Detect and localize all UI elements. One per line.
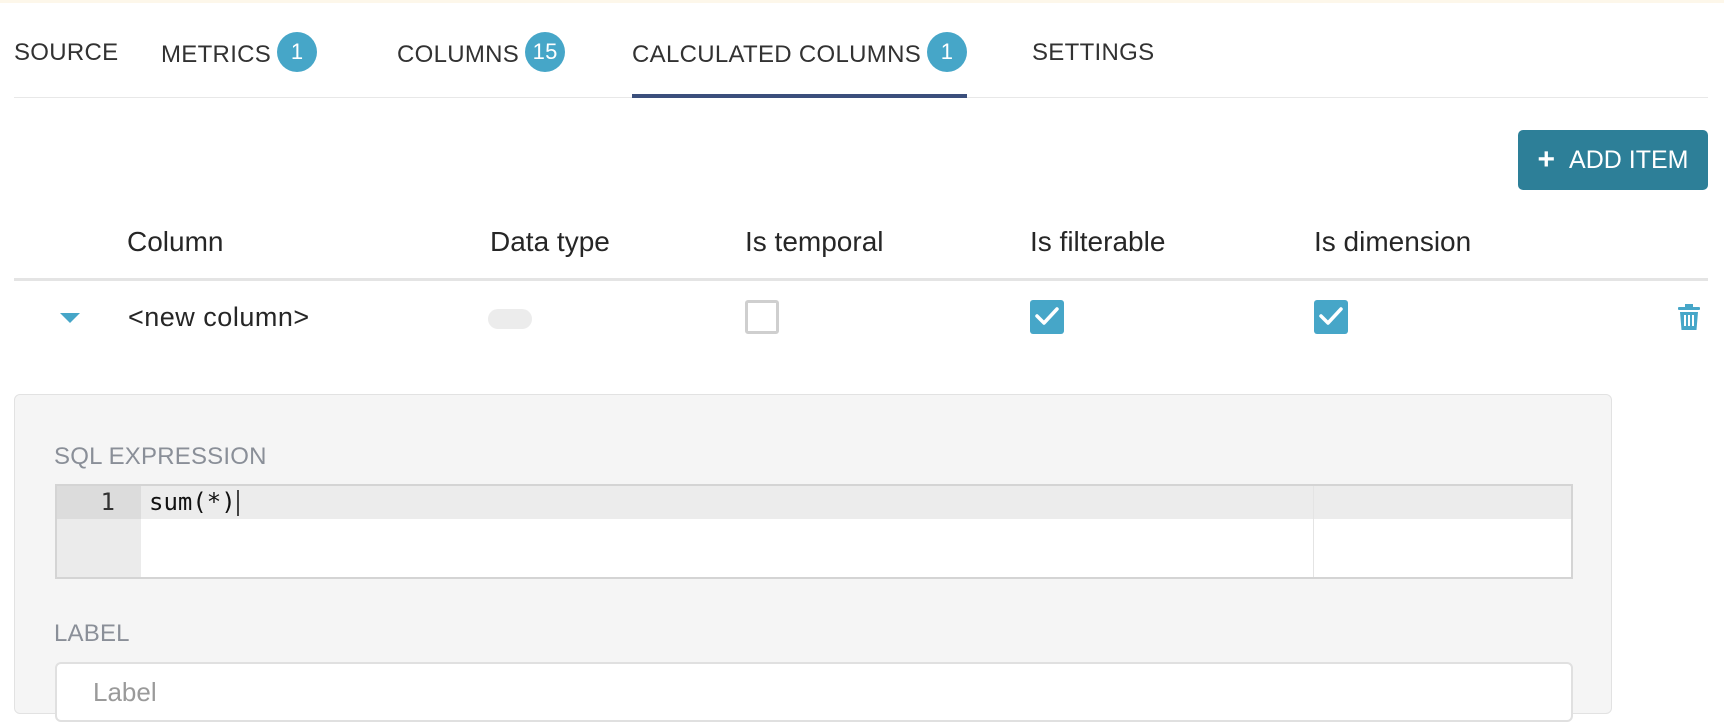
label-field-label: LABEL (54, 620, 130, 647)
is-filterable-checkbox[interactable] (1030, 300, 1064, 334)
line-number: 1 (100, 488, 115, 516)
tab-bar: SOURCE METRICS 1 COLUMNS 15 CALCULATED COL… (14, 0, 1708, 98)
plus-icon: + (1537, 143, 1556, 176)
tab-columns-badge: 15 (525, 32, 566, 72)
tab-calculated-columns[interactable]: CALCULATED COLUMNS 1 (632, 32, 968, 98)
tab-source[interactable]: SOURCE (14, 38, 118, 97)
sql-code: sum(*) (149, 486, 239, 519)
header-is-temporal: Is temporal (745, 226, 884, 257)
sql-expression-label: SQL EXPRESSION (54, 443, 267, 470)
tab-calculated-columns-badge: 1 (927, 32, 968, 72)
tab-metrics-label: METRICS (161, 41, 272, 68)
label-input[interactable] (55, 662, 1573, 722)
expand-caret-icon[interactable] (60, 313, 80, 323)
tab-calculated-columns-label: CALCULATED COLUMNS (632, 41, 922, 68)
text-cursor (236, 490, 239, 516)
tab-columns[interactable]: COLUMNS 15 (397, 32, 566, 97)
tab-metrics[interactable]: METRICS 1 (161, 32, 318, 97)
tab-metrics-badge: 1 (277, 32, 318, 72)
tab-columns-label: COLUMNS (397, 41, 520, 68)
tab-settings[interactable]: SETTINGS (1032, 38, 1154, 97)
add-item-button[interactable]: + ADD ITEM (1518, 130, 1708, 190)
trash-icon[interactable] (1678, 304, 1700, 335)
tab-settings-label: SETTINGS (1032, 38, 1155, 66)
header-is-filterable: Is filterable (1030, 226, 1166, 257)
data-type-pill (488, 309, 532, 329)
add-item-label: ADD ITEM (1569, 145, 1689, 174)
is-temporal-checkbox[interactable] (745, 300, 779, 334)
sql-expression-editor[interactable]: 1 sum(*) (55, 484, 1573, 579)
editor-active-line (141, 486, 1571, 519)
tab-source-label: SOURCE (14, 38, 119, 66)
check-icon (1319, 307, 1343, 325)
editor-print-margin (1313, 486, 1314, 577)
header-column: Column (127, 226, 224, 257)
header-data-type: Data type (490, 226, 610, 257)
header-is-dimension: Is dimension (1314, 226, 1472, 257)
is-dimension-checkbox[interactable] (1314, 300, 1348, 334)
column-name-cell[interactable]: <new column> (128, 302, 310, 333)
check-icon (1035, 307, 1059, 325)
table-header-divider (14, 278, 1708, 281)
sql-code-text: sum(*) (149, 488, 236, 516)
